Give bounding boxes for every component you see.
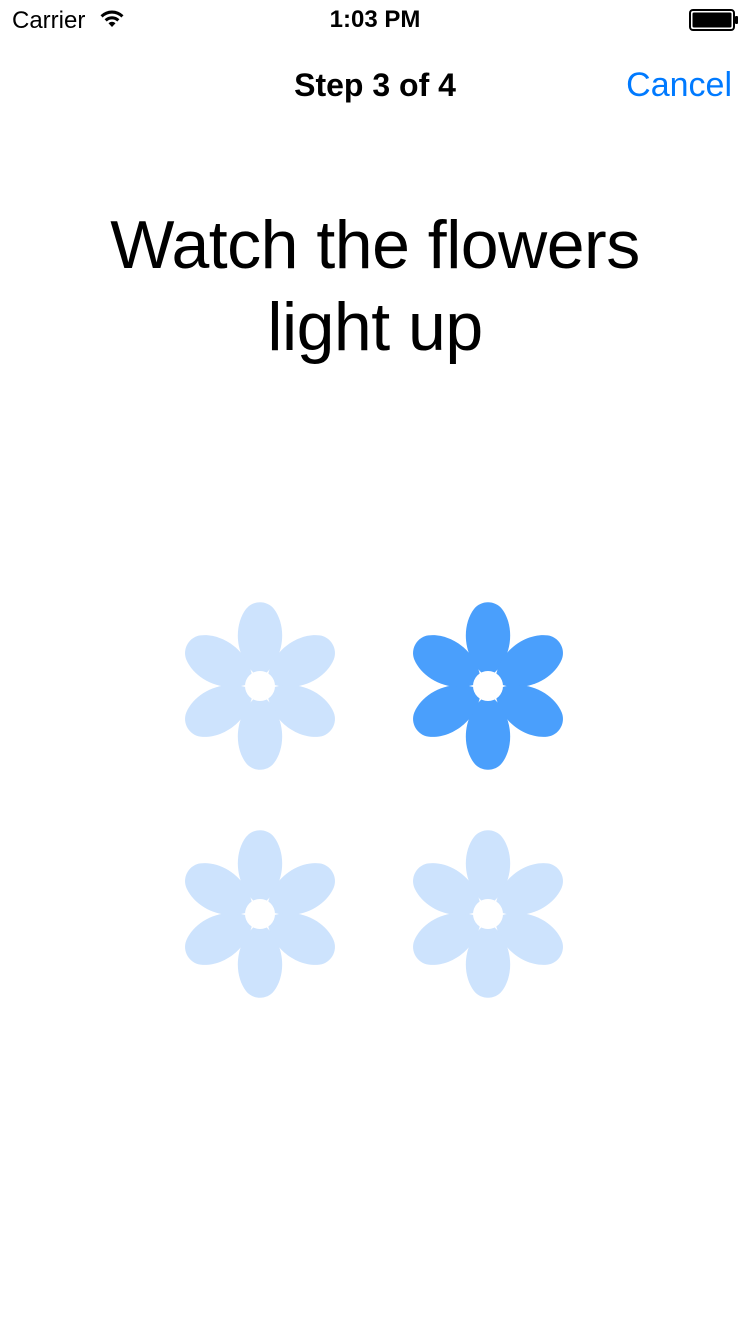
flower-center	[473, 899, 503, 929]
flower-icon	[185, 830, 335, 998]
flower-center	[245, 899, 275, 929]
flower-icon	[413, 602, 563, 770]
flower-button-2[interactable]	[398, 596, 578, 776]
flower-button-1[interactable]	[170, 596, 350, 776]
flower-button-3[interactable]	[170, 824, 350, 1004]
flower-button-4[interactable]	[398, 824, 578, 1004]
flower-icon	[185, 602, 335, 770]
flower-grid	[0, 0, 750, 1334]
flower-center	[245, 671, 275, 701]
flower-center	[473, 671, 503, 701]
flower-icon	[413, 830, 563, 998]
